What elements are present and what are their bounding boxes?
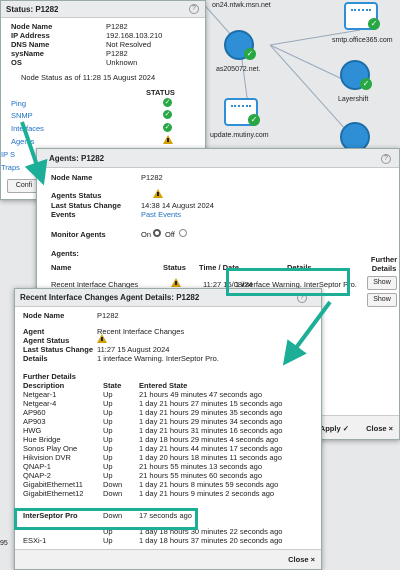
annotation-arrows: [20, 121, 332, 366]
arrow-icon: [282, 300, 332, 366]
arrow-icon: [20, 121, 48, 186]
